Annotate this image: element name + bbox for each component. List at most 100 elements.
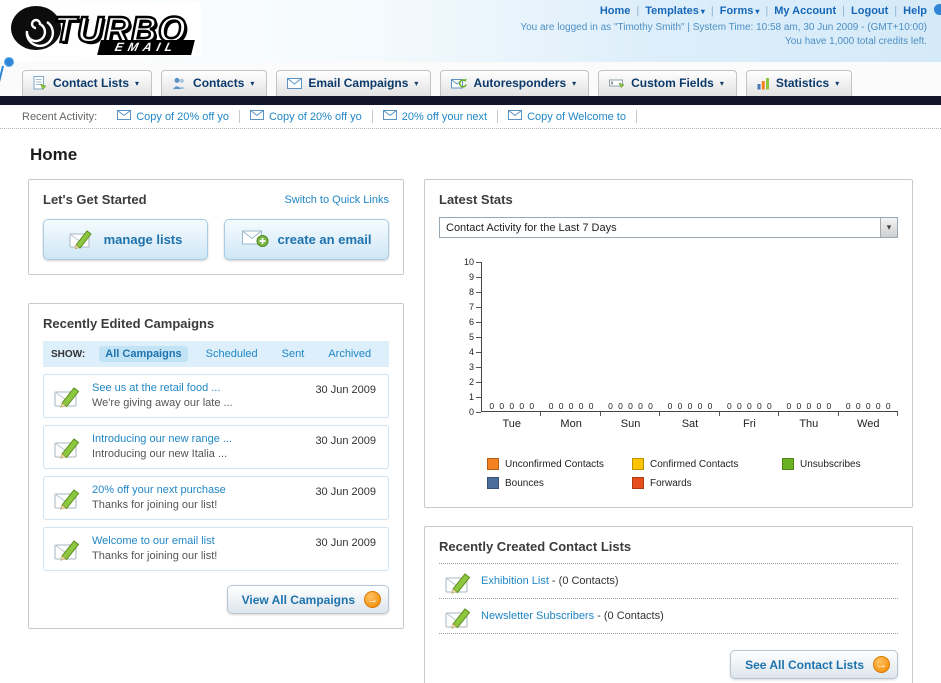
x-axis-label: Sat <box>681 418 699 430</box>
logo-text: TURBO EMAIL <box>53 7 195 55</box>
tab-statistics[interactable]: Statistics <box>745 70 853 96</box>
top-link-home[interactable]: Home <box>600 5 631 17</box>
bar-value-label: 0 <box>727 401 732 411</box>
chart-category-group: 0 0 0 0 0 Sat <box>660 262 721 430</box>
legend-swatch <box>632 477 644 489</box>
chart-category-group: 0 0 0 0 0 Fri <box>720 262 780 430</box>
separator: | <box>636 5 640 17</box>
decoration-dot-icon <box>934 4 941 15</box>
view-all-campaigns-button[interactable]: View All Campaigns <box>226 585 389 614</box>
campaign-date: 30 Jun 2009 <box>315 435 376 447</box>
x-axis-label: Sun <box>620 418 641 430</box>
recent-activity-item[interactable]: 20% off your next <box>373 110 499 123</box>
campaign-subtitle: Thanks for joining our list! <box>92 550 218 562</box>
credits-info: You have 1,000 total credits left. <box>785 36 927 47</box>
campaign-title-link[interactable]: 20% off your next purchase <box>92 484 296 496</box>
campaign-date: 30 Jun 2009 <box>315 537 376 549</box>
chevron-down-icon <box>880 218 897 237</box>
bar-value-label: 0 <box>519 401 525 411</box>
tab-email-campaigns[interactable]: Email Campaigns <box>276 70 432 96</box>
tab-label: Contacts <box>193 76 245 90</box>
y-axis-tick: 10 <box>464 257 481 267</box>
switch-quick-links-link[interactable]: Switch to Quick Links <box>284 194 389 206</box>
tab-contacts[interactable]: Contacts <box>161 70 268 96</box>
stats-activity-select[interactable]: Contact Activity for the Last 7 Days <box>439 217 898 238</box>
separator: | <box>842 5 846 17</box>
see-all-contact-lists-label: See All Contact Lists <box>745 657 864 672</box>
campaign-subtitle: Thanks for joining our list! <box>92 499 218 511</box>
stats-select-value: Contact Activity for the Last 7 Days <box>446 221 617 234</box>
bar-value-label: 0 <box>529 401 535 411</box>
tab-label: Custom Fields <box>631 76 714 90</box>
legend-item-confirmed-contacts: Confirmed Contacts <box>632 458 782 470</box>
legend-swatch <box>487 477 499 489</box>
campaign-filters: All Campaigns Scheduled Sent Archived <box>99 346 377 362</box>
chart-category-group: 0 0 0 0 0 Tue <box>482 262 542 430</box>
campaign-item: See us at the retail food ... We're givin… <box>43 374 389 418</box>
bar-value-label: 0 <box>608 401 613 411</box>
arrow-right-icon <box>364 591 381 608</box>
chevron-down-icon <box>835 77 839 89</box>
app-logo[interactable]: TURBO EMAIL <box>8 3 201 56</box>
manage-lists-button[interactable]: manage lists <box>43 219 208 260</box>
see-all-contact-lists-button[interactable]: See All Contact Lists <box>730 650 898 679</box>
campaign-title-link[interactable]: Welcome to our email list <box>92 535 296 547</box>
chart-category-group: 0 0 0 0 0 Sun <box>601 262 661 430</box>
recent-activity-bar: Recent Activity: Copy of 20% off yo Copy … <box>0 105 941 129</box>
x-axis-label: Fri <box>742 418 756 430</box>
recent-activity-item[interactable]: Copy of 20% off yo <box>240 110 373 123</box>
top-link-my-account[interactable]: My Account <box>774 5 836 17</box>
chart-category-group: 0 0 0 0 0 Thu <box>779 262 839 430</box>
tab-autoresponders[interactable]: Autoresponders <box>440 70 590 96</box>
contact-list-name-link[interactable]: Newsletter Subscribers <box>481 610 594 622</box>
contact-list-item: Newsletter Subscribers - (0 Contacts) <box>439 599 898 634</box>
pencil-envelope-icon <box>69 227 95 252</box>
campaign-title-link[interactable]: Introducing our new range ... <box>92 433 296 445</box>
recent-activity-item[interactable]: Copy of 20% off yo <box>107 110 240 123</box>
bar-value-label: 0 <box>855 401 861 411</box>
bar-value-label: 0 <box>845 401 851 411</box>
email-campaigns-icon <box>287 77 303 89</box>
bar-value-label: 0 <box>578 401 584 411</box>
recent-activity-item[interactable]: Copy of Welcome to <box>498 110 637 123</box>
campaign-filter-all-campaigns[interactable]: All Campaigns <box>99 346 188 362</box>
bar-value-label: 0 <box>747 401 752 411</box>
bar-value-label: 0 <box>618 401 623 411</box>
get-started-panel: Let's Get Started Switch to Quick Links … <box>28 179 404 275</box>
tab-label: Contact Lists <box>53 76 130 90</box>
envelope-pencil-icon <box>54 486 82 513</box>
envelope-icon <box>117 110 132 123</box>
legend-label: Confirmed Contacts <box>650 458 739 470</box>
recent-campaigns-panel: Recently Edited Campaigns SHOW: All Camp… <box>28 303 404 629</box>
top-link-forms[interactable]: Forms ▾ <box>720 5 760 17</box>
bar-value-label: 0 <box>489 401 495 411</box>
recent-activity-text: 20% off your next <box>401 110 488 123</box>
envelope-icon <box>249 110 264 123</box>
campaign-filter-archived[interactable]: Archived <box>322 346 377 362</box>
y-axis-tick: 4 <box>469 347 481 357</box>
campaign-filter-sent[interactable]: Sent <box>276 346 311 362</box>
recent-activity-text: Copy of Welcome to <box>527 110 626 123</box>
tab-contact-lists[interactable]: Contact Lists <box>22 70 153 96</box>
legend-item-unconfirmed-contacts: Unconfirmed Contacts <box>487 458 632 470</box>
x-axis-label: Mon <box>560 418 582 430</box>
x-axis-label: Tue <box>502 418 521 430</box>
top-link-templates[interactable]: Templates ▾ <box>645 5 705 17</box>
top-link-logout[interactable]: Logout <box>851 5 888 17</box>
campaign-filter-scheduled[interactable]: Scheduled <box>200 346 264 362</box>
right-column: Latest Stats Contact Activity for the La… <box>424 179 913 683</box>
bar-value-label: 0 <box>757 401 762 411</box>
contact-lists-icon <box>33 76 47 90</box>
chevron-down-icon <box>720 77 724 89</box>
bar-value-label: 0 <box>558 401 564 411</box>
top-link-help[interactable]: Help <box>903 5 927 17</box>
tab-custom-fields[interactable]: Custom Fields <box>598 70 737 96</box>
contact-list-name-link[interactable]: Exhibition List <box>481 575 549 587</box>
y-axis-tick: 5 <box>469 332 481 342</box>
bar-value-label: 0 <box>677 401 683 411</box>
contact-list-items: Exhibition List - (0 Contacts) Newsletter… <box>439 564 898 634</box>
campaign-title-link[interactable]: See us at the retail food ... <box>92 382 296 394</box>
y-axis-tick: 3 <box>469 362 481 372</box>
create-email-button[interactable]: create an email <box>224 219 389 260</box>
recent-contact-lists-panel: Recently Created Contact Lists Exhibitio… <box>424 526 913 683</box>
